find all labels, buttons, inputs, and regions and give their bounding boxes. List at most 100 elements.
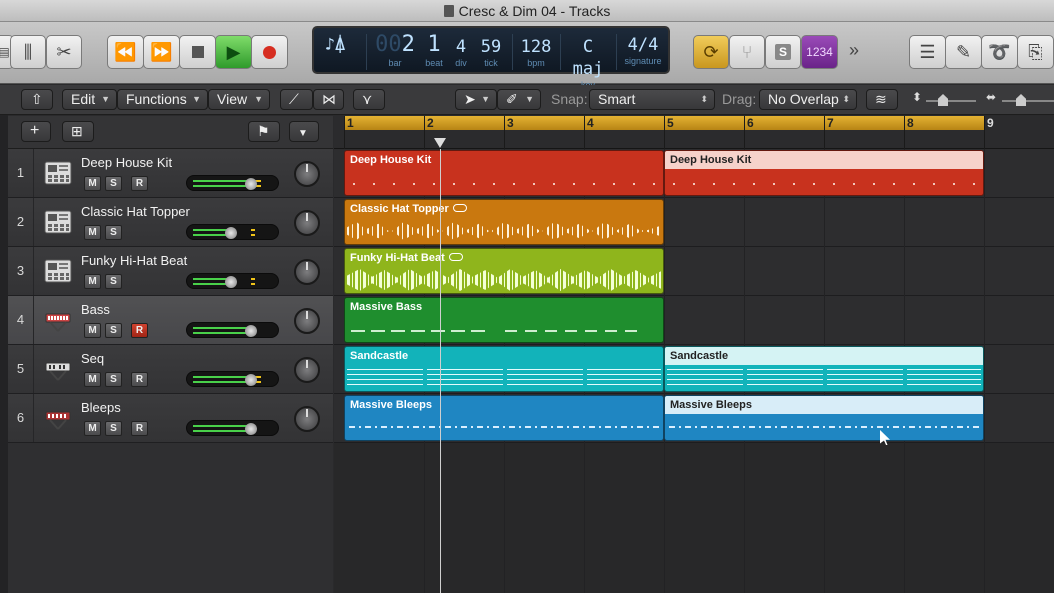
- pan-knob[interactable]: [294, 161, 320, 187]
- fader-knob[interactable]: [225, 276, 237, 288]
- left-click-tool[interactable]: ➤ ▼: [455, 89, 497, 110]
- region-massive-bass[interactable]: Massive Bass: [344, 297, 664, 343]
- pan-knob[interactable]: [294, 406, 320, 432]
- record-enable-button[interactable]: R: [131, 323, 148, 338]
- vertical-zoom-slider[interactable]: ⬍: [910, 90, 980, 110]
- fader-knob[interactable]: [245, 325, 257, 337]
- mute-button[interactable]: M: [84, 421, 101, 436]
- more-chevron-icon[interactable]: »: [849, 40, 859, 61]
- fast-forward-button[interactable]: ⏩: [143, 35, 180, 69]
- right-click-tool[interactable]: ✐ ▼: [497, 89, 541, 110]
- track-stack-button[interactable]: ⊞: [62, 121, 94, 142]
- solo-button[interactable]: S: [105, 176, 122, 191]
- region-classic-hat-topper[interactable]: Classic Hat Topper: [344, 199, 664, 245]
- playhead-handle[interactable]: [434, 138, 446, 148]
- track-row[interactable]: 6 Bleeps M S R: [8, 394, 333, 443]
- go-up-button[interactable]: ⇧: [21, 89, 53, 110]
- pan-knob[interactable]: [294, 308, 320, 334]
- functions-menu[interactable]: Functions ▼: [117, 89, 208, 110]
- mixer-button[interactable]: ⫼: [10, 35, 46, 69]
- volume-fader[interactable]: [186, 371, 279, 387]
- track-name[interactable]: Bass: [81, 302, 110, 317]
- volume-fader[interactable]: [186, 273, 279, 289]
- cycle-button[interactable]: ⟳: [693, 35, 729, 69]
- view-menu[interactable]: View ▼: [208, 89, 270, 110]
- solo-button[interactable]: S: [105, 274, 122, 289]
- drag-select[interactable]: No Overlap ⬍: [759, 89, 857, 110]
- solo-button[interactable]: S: [765, 35, 801, 69]
- solo-button[interactable]: S: [105, 323, 122, 338]
- rewind-button[interactable]: ⏪: [107, 35, 144, 69]
- tuner-button[interactable]: ⑂: [729, 35, 765, 69]
- browser-button[interactable]: ⎘: [1017, 35, 1054, 69]
- catch-button[interactable]: ⋎: [353, 89, 385, 110]
- solo-button[interactable]: S: [105, 421, 122, 436]
- global-tracks-button[interactable]: ⚑: [248, 121, 280, 142]
- lcd-signature[interactable]: 4/4 signature: [618, 32, 668, 66]
- region-deep-house-kit[interactable]: Deep House Kit: [344, 150, 664, 196]
- volume-fader[interactable]: [186, 224, 279, 240]
- record-enable-button[interactable]: R: [131, 372, 148, 387]
- track-name[interactable]: Deep House Kit: [81, 155, 172, 170]
- pan-knob[interactable]: [294, 210, 320, 236]
- horizontal-zoom-slider[interactable]: ⬌: [984, 90, 1054, 110]
- track-name[interactable]: Bleeps: [81, 400, 121, 415]
- lcd-tempo[interactable]: 128 bpm: [516, 32, 556, 68]
- solo-button[interactable]: S: [105, 225, 122, 240]
- mute-button[interactable]: M: [84, 225, 101, 240]
- add-track-button[interactable]: +: [21, 121, 51, 142]
- record-button[interactable]: [251, 35, 288, 69]
- track-name[interactable]: Classic Hat Topper: [81, 204, 190, 219]
- region-sandcastle[interactable]: Sandcastle: [664, 346, 984, 392]
- arrange-area[interactable]: Deep House Kit Deep House Kit Classic Ha…: [334, 149, 1054, 593]
- lcd-bar[interactable]: 002 bar: [370, 32, 420, 68]
- count-in-button[interactable]: 1234: [801, 35, 838, 69]
- metronome-indicator[interactable]: ♪⍋: [320, 32, 350, 58]
- volume-fader[interactable]: [186, 322, 279, 338]
- loop-browser-button[interactable]: ➰: [981, 35, 1018, 69]
- fader-knob[interactable]: [245, 423, 257, 435]
- track-name[interactable]: Seq: [81, 351, 104, 366]
- track-row[interactable]: 3 Funky Hi-Hat Beat M S: [8, 247, 333, 296]
- solo-button[interactable]: S: [105, 372, 122, 387]
- lcd-display[interactable]: ♪⍋ 002 bar 1 beat 4 div 59 tick 128 bpm …: [312, 26, 670, 90]
- lcd-div[interactable]: 4 div: [448, 32, 474, 68]
- region-deep-house-kit[interactable]: Deep House Kit: [664, 150, 984, 196]
- list-editors-button[interactable]: ☰: [909, 35, 946, 69]
- edit-menu[interactable]: Edit ▼: [62, 89, 117, 110]
- track-row[interactable]: 2 Classic Hat Topper M S: [8, 198, 333, 247]
- fader-knob[interactable]: [245, 178, 257, 190]
- lcd-tick[interactable]: 59 tick: [476, 32, 506, 68]
- pan-knob[interactable]: [294, 259, 320, 285]
- track-list-options-button[interactable]: ▼: [289, 121, 319, 142]
- volume-fader[interactable]: [186, 175, 279, 191]
- volume-fader[interactable]: [186, 420, 279, 436]
- fader-knob[interactable]: [245, 374, 257, 386]
- lcd-key[interactable]: C maj key: [564, 32, 612, 90]
- fader-knob[interactable]: [225, 227, 237, 239]
- mute-button[interactable]: M: [84, 323, 101, 338]
- track-name[interactable]: Funky Hi-Hat Beat: [81, 253, 187, 268]
- mute-button[interactable]: M: [84, 176, 101, 191]
- track-row-selected[interactable]: 4 Bass M S R: [8, 296, 333, 345]
- pan-knob[interactable]: [294, 357, 320, 383]
- play-button[interactable]: ▶: [215, 35, 252, 69]
- record-enable-button[interactable]: R: [131, 421, 148, 436]
- note-pad-button[interactable]: ✎: [945, 35, 982, 69]
- track-row[interactable]: 5 Seq M S R: [8, 345, 333, 394]
- region-massive-bleeps[interactable]: Massive Bleeps: [664, 395, 984, 441]
- stop-button[interactable]: [179, 35, 216, 69]
- waveform-zoom-button[interactable]: ≋: [866, 89, 898, 110]
- automation-button[interactable]: ⟋: [280, 89, 313, 110]
- mute-button[interactable]: M: [84, 372, 101, 387]
- region-sandcastle[interactable]: Sandcastle: [344, 346, 664, 392]
- record-enable-button[interactable]: R: [131, 176, 148, 191]
- snap-select[interactable]: Smart ⬍: [589, 89, 715, 110]
- region-massive-bleeps[interactable]: Massive Bleeps: [344, 395, 664, 441]
- scissors-button[interactable]: ✂: [46, 35, 82, 69]
- playhead[interactable]: [440, 149, 441, 593]
- flex-button[interactable]: ⋈: [313, 89, 344, 110]
- lcd-beat[interactable]: 1 beat: [420, 32, 448, 68]
- bar-ruler[interactable]: 1 2 3 4 5 6 7 8 9: [334, 116, 1054, 149]
- track-row[interactable]: 1 Deep House Kit M S R: [8, 149, 333, 198]
